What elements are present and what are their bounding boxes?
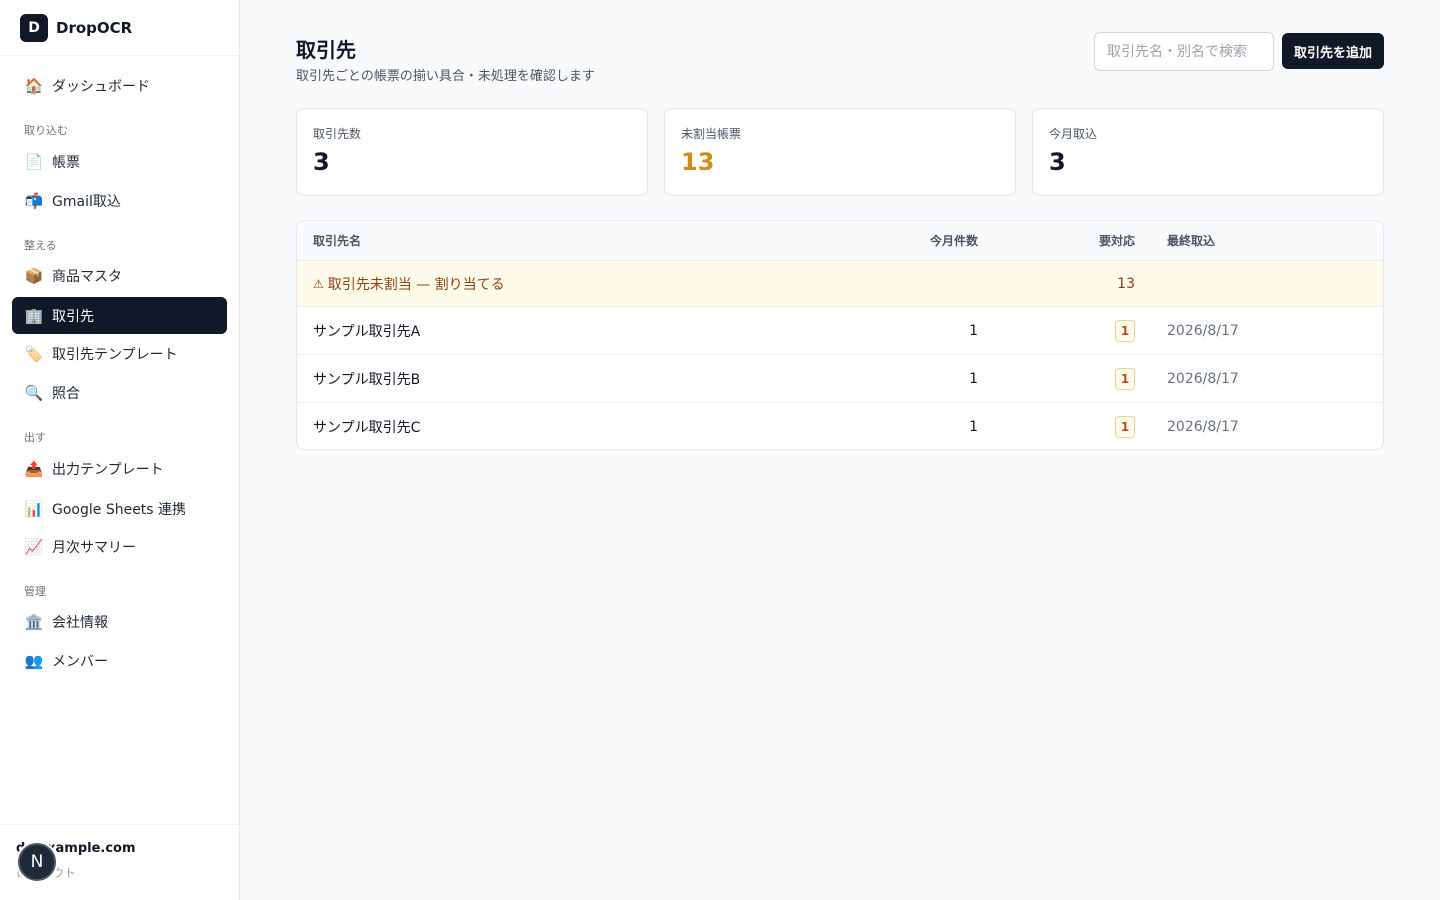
todo-badge: 1 [1115, 367, 1135, 390]
partner-search-input[interactable] [1094, 32, 1274, 71]
document-icon: 📄 [24, 152, 44, 171]
todo-badge: 1 [1115, 416, 1135, 438]
unassigned-row[interactable]: ⚠ 取引先未割当 — 割り当てる 13 [297, 261, 1383, 307]
add-partner-button[interactable]: 取引先を追加 [1282, 33, 1384, 69]
col-header-month[interactable]: 今月件数 [857, 221, 978, 260]
sidebar-item-label: 取引先 [52, 308, 94, 325]
stat-label: 今月取込 [1049, 127, 1098, 141]
brand-name: DropOCR [56, 18, 133, 37]
tag-icon: 🏷️ [24, 344, 44, 363]
people-icon: 👥 [24, 651, 44, 670]
partners-table: 取引先名 今月件数 要対応 最終取込 ⚠ 取引先未割当 — 割り当てる 13 サ… [296, 220, 1384, 450]
sidebar-item-product-master[interactable]: 📦 商品マスタ [12, 257, 227, 294]
building-icon: 🏢 [24, 306, 44, 325]
partner-name[interactable]: サンプル取引先C [313, 403, 420, 449]
section-label-manage: 管理 [24, 585, 46, 598]
todo-cell: 1 [997, 355, 1135, 402]
todo-cell: 1 [997, 307, 1135, 354]
sidebar-item-label: メンバー [52, 653, 108, 670]
sidebar-item-label: Google Sheets 連携 [52, 501, 187, 518]
col-header-last[interactable]: 最終取込 [1167, 221, 1215, 260]
table-row[interactable]: サンプル取引先B 1 1 2026/8/17 [297, 355, 1383, 403]
month-count: 1 [969, 370, 978, 387]
sidebar-item-dashboard[interactable]: 🏠 ダッシュボード [12, 67, 227, 104]
sidebar-item-label: 出力テンプレート [52, 461, 164, 478]
brand-logo: D [20, 13, 48, 42]
sidebar-item-monthly-summary[interactable]: 📈 月次サマリー [12, 528, 227, 565]
last-import-date: 2026/8/17 [1167, 370, 1239, 387]
dev-tools-badge[interactable]: N [18, 843, 56, 881]
stat-card-monthly-import: 今月取込 3 [1032, 108, 1384, 196]
stat-value: 3 [1049, 148, 1066, 176]
unassigned-label: 取引先未割当 — 割り当てる [327, 276, 505, 293]
house-icon: 🏠 [24, 76, 44, 95]
sidebar-item-partner-templates[interactable]: 🏷️ 取引先テンプレート [12, 335, 227, 372]
todo-badge: 1 [1115, 319, 1135, 342]
sidebar-item-matching[interactable]: 🔍 照合 [12, 374, 227, 411]
sidebar-item-label: ダッシュボード [52, 78, 150, 95]
sidebar-footer: d@example.com ログアウト N [0, 824, 239, 900]
table-row[interactable]: サンプル取引先C 1 1 2026/8/17 [297, 403, 1383, 449]
stat-value: 13 [681, 148, 715, 176]
page-title: 取引先 [296, 38, 356, 62]
sidebar: D DropOCR 🏠 ダッシュボード 取り込む 📄 帳票 📬 Gmail取込 … [0, 0, 240, 900]
last-import-date: 2026/8/17 [1167, 322, 1239, 339]
sidebar-item-members[interactable]: 👥 メンバー [12, 642, 227, 679]
sidebar-item-label: Gmail取込 [52, 193, 121, 210]
sidebar-item-company-info[interactable]: 🏛️ 会社情報 [12, 603, 227, 640]
stat-card-partners: 取引先数 3 [296, 108, 648, 196]
last-import-date: 2026/8/17 [1167, 419, 1239, 435]
unassigned-count: 13 [1117, 275, 1135, 292]
sidebar-item-gmail-import[interactable]: 📬 Gmail取込 [12, 182, 227, 219]
unassigned-link[interactable]: ⚠ 取引先未割当 — 割り当てる [313, 261, 505, 306]
bar-chart-icon: 📊 [24, 499, 44, 518]
warning-icon: ⚠ [313, 276, 324, 291]
table-row[interactable]: サンプル取引先A 1 1 2026/8/17 [297, 307, 1383, 355]
sidebar-item-label: 商品マスタ [52, 268, 122, 285]
line-chart-icon: 📈 [24, 537, 44, 556]
todo-cell: 1 [997, 403, 1135, 449]
stat-label: 取引先数 [313, 127, 362, 141]
stat-value: 3 [313, 148, 330, 176]
col-header-todo[interactable]: 要対応 [997, 221, 1135, 260]
magnifier-icon: 🔍 [24, 383, 44, 402]
sidebar-item-label: 取引先テンプレート [52, 346, 178, 363]
sidebar-item-label: 会社情報 [52, 614, 108, 631]
sidebar-item-partners[interactable]: 🏢 取引先 [12, 297, 227, 334]
sidebar-item-documents[interactable]: 📄 帳票 [12, 143, 227, 180]
stat-label: 未割当帳票 [681, 127, 742, 141]
partner-name[interactable]: サンプル取引先B [313, 355, 420, 402]
table-header: 取引先名 今月件数 要対応 最終取込 [297, 221, 1383, 261]
package-icon: 📦 [24, 266, 44, 285]
sidebar-item-output-templates[interactable]: 📤 出力テンプレート [12, 450, 227, 487]
page-subtitle: 取引先ごとの帳票の揃い具合・未処理を確認します [296, 69, 595, 84]
sidebar-item-label: 帳票 [52, 154, 80, 171]
outbox-icon: 📤 [24, 459, 44, 478]
month-count: 1 [969, 419, 978, 435]
partner-name[interactable]: サンプル取引先A [313, 307, 420, 354]
mailbox-icon: 📬 [24, 191, 44, 210]
bank-icon: 🏛️ [24, 612, 44, 631]
stat-card-unassigned: 未割当帳票 13 [664, 108, 1016, 196]
brand[interactable]: D DropOCR [0, 0, 239, 56]
sidebar-item-label: 照合 [52, 385, 80, 402]
section-label-export: 出す [24, 431, 46, 444]
sidebar-item-label: 月次サマリー [52, 539, 136, 556]
section-label-organize: 整える [24, 239, 57, 252]
col-header-name[interactable]: 取引先名 [313, 221, 361, 260]
sidebar-item-google-sheets[interactable]: 📊 Google Sheets 連携 [12, 490, 227, 527]
section-label-import: 取り込む [24, 124, 68, 137]
month-count: 1 [969, 322, 978, 339]
